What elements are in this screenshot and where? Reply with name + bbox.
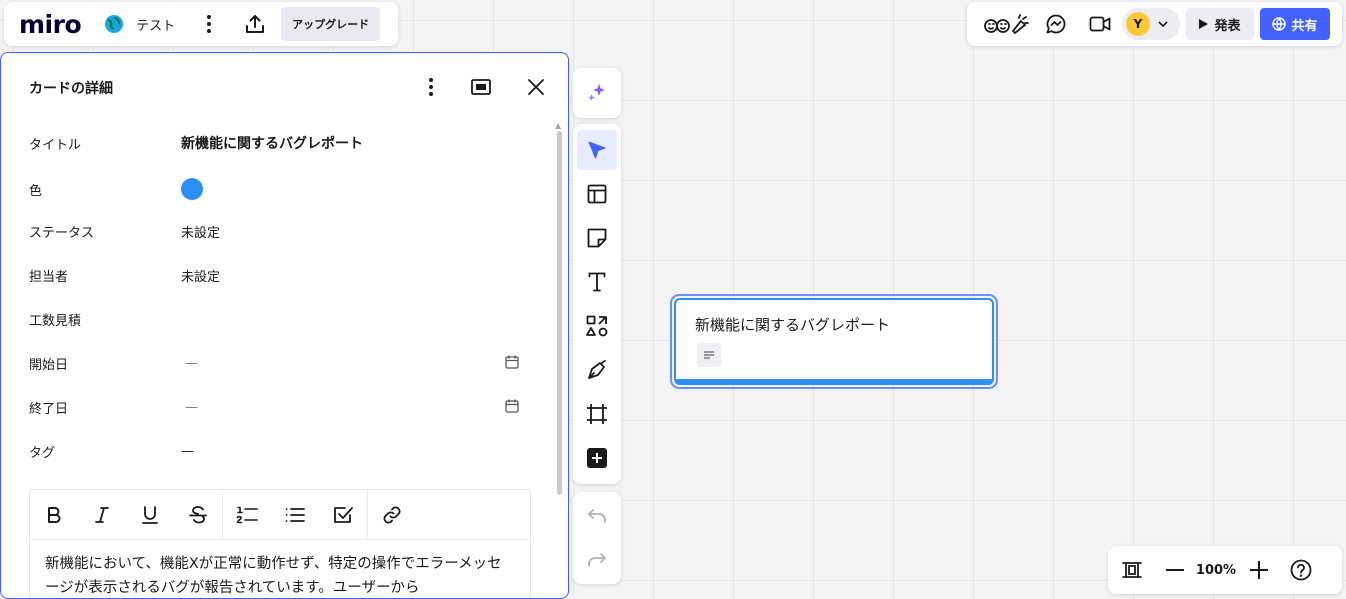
card-title: 新機能に関するバグレポート [695, 316, 891, 334]
present-button[interactable]: 発表 [1186, 8, 1254, 40]
checklist-icon[interactable] [319, 490, 367, 540]
tags-input[interactable]: — [181, 444, 194, 459]
calendar-icon[interactable] [505, 355, 519, 373]
color-swatch[interactable] [181, 178, 203, 200]
end-date-label: 終了日 [29, 401, 69, 417]
maximize-icon[interactable] [469, 75, 493, 99]
field-assignee: 担当者 未設定 [29, 265, 519, 285]
estimate-label: 工数見積 [29, 313, 82, 329]
text-icon[interactable] [577, 262, 617, 302]
assignee-label: 担当者 [29, 269, 69, 285]
panel-title: カードの詳細 [29, 81, 113, 97]
more-vertical-icon[interactable] [419, 75, 443, 99]
color-label: 色 [29, 183, 43, 199]
status-label: ステータス [29, 225, 95, 241]
description-icon[interactable] [697, 343, 721, 367]
strikethrough-icon[interactable] [174, 490, 222, 540]
reactions-icon[interactable] [983, 10, 1029, 38]
scroll-up-arrow[interactable]: ▲ [555, 121, 561, 130]
ai-toolbar [573, 68, 621, 118]
title-input[interactable]: 新機能に関するバグレポート [181, 133, 363, 153]
help-icon[interactable] [1289, 546, 1313, 594]
field-color: 色 [29, 177, 519, 201]
status-select[interactable]: 未設定 [181, 222, 220, 241]
present-label: 発表 [1214, 18, 1241, 34]
calendar-icon[interactable] [505, 399, 519, 417]
creation-toolbar [573, 124, 621, 484]
field-estimate: 工数見積 [29, 309, 519, 329]
share-globe-icon [1272, 17, 1287, 31]
play-icon [1199, 19, 1209, 29]
start-date-input[interactable]: — [185, 356, 198, 371]
user-menu[interactable]: Y [1122, 8, 1180, 40]
close-icon[interactable] [524, 75, 548, 99]
tags-label: タグ [29, 445, 56, 461]
card-details-panel: カードの詳細 タイトル 新機能に関するバグレポート 色 ステータス 未設定 担当… [0, 52, 569, 599]
editor-toolbar [30, 489, 530, 540]
more-vertical-icon[interactable] [195, 10, 223, 38]
pen-icon[interactable] [577, 350, 617, 390]
estimate-input[interactable] [181, 310, 381, 328]
field-end-date: 終了日 — [29, 397, 519, 417]
ai-sparkle-icon[interactable] [586, 82, 608, 104]
field-tags: タグ — [29, 441, 519, 461]
share-label: 共有 [1291, 18, 1318, 34]
start-date-label: 開始日 [29, 357, 69, 373]
chevron-down-icon [1158, 21, 1168, 27]
title-label: タイトル [29, 137, 82, 153]
fit-to-screen-icon[interactable] [1122, 546, 1142, 594]
upgrade-button[interactable]: アップグレード [281, 7, 381, 41]
top-left-toolbar: miro テスト アップグレード [4, 2, 398, 46]
zoom-controls: 100% [1108, 546, 1342, 594]
video-call-icon[interactable] [1088, 10, 1112, 38]
description-editor: 新機能において、機能Xが正常に動作せず、特定の操作でエラーメッセージが表示される… [29, 489, 531, 598]
sticky-note-icon[interactable] [577, 218, 617, 258]
zoom-in-icon[interactable] [1247, 546, 1271, 594]
redo-icon[interactable] [577, 540, 617, 580]
undo-icon[interactable] [577, 496, 617, 536]
canvas-card[interactable]: 新機能に関するバグレポート [670, 294, 998, 389]
globe-icon[interactable] [104, 14, 124, 34]
avatar: Y [1126, 12, 1150, 36]
assignee-select[interactable]: 未設定 [181, 266, 220, 285]
comments-icon[interactable] [1044, 10, 1068, 38]
panel-scrollbar[interactable] [557, 131, 562, 495]
select-cursor-icon[interactable] [577, 130, 617, 170]
top-right-toolbar: Y 発表 共有 [967, 2, 1342, 46]
description-text[interactable]: 新機能において、機能Xが正常に動作せず、特定の操作でエラーメッセージが表示される… [30, 540, 530, 598]
zoom-out-icon[interactable] [1165, 546, 1185, 594]
more-tools-icon[interactable] [577, 438, 617, 478]
zoom-level[interactable]: 100% [1189, 563, 1243, 578]
history-toolbar [573, 492, 621, 584]
end-date-input[interactable]: — [185, 400, 198, 415]
export-icon[interactable] [241, 10, 269, 38]
miro-logo[interactable]: miro [19, 12, 82, 37]
share-button[interactable]: 共有 [1260, 8, 1330, 40]
italic-icon[interactable] [78, 490, 126, 540]
board-name[interactable]: テスト [136, 15, 175, 34]
bold-icon[interactable] [30, 490, 78, 540]
field-title: タイトル 新機能に関するバグレポート [29, 133, 519, 153]
field-start-date: 開始日 — [29, 353, 519, 373]
templates-icon[interactable] [577, 174, 617, 214]
link-icon[interactable] [368, 490, 416, 540]
bullet-list-icon[interactable] [271, 490, 319, 540]
card-body: 新機能に関するバグレポート [674, 298, 994, 385]
frame-icon[interactable] [577, 394, 617, 434]
shapes-icon[interactable] [577, 306, 617, 346]
underline-icon[interactable] [126, 490, 174, 540]
field-status: ステータス 未設定 [29, 221, 519, 241]
numbered-list-icon[interactable] [223, 490, 271, 540]
